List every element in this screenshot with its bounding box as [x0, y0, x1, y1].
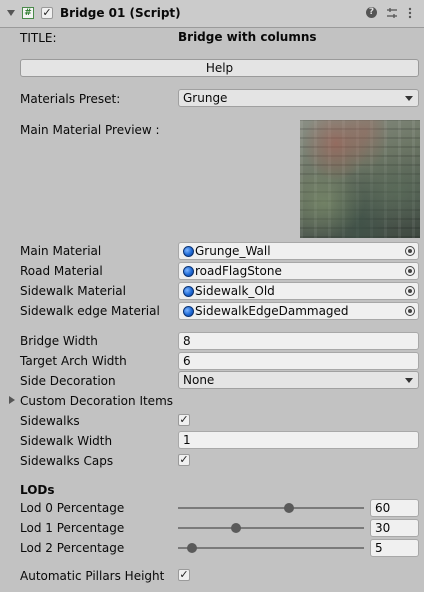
material-icon — [183, 286, 194, 297]
main-material-label: Main Material — [20, 244, 102, 258]
lod2-input[interactable]: 5 — [370, 539, 419, 557]
object-picker-icon[interactable] — [405, 266, 415, 276]
target-arch-width-label: Target Arch Width — [20, 354, 127, 368]
road-material-field[interactable]: roadFlagStone — [178, 262, 419, 280]
sidewalk-width-input[interactable]: 1 — [178, 431, 419, 449]
materials-preset-value: Grunge — [183, 91, 228, 105]
lod1-input[interactable]: 30 — [370, 519, 419, 537]
lod0-slider-thumb[interactable] — [283, 503, 294, 513]
foldout-arrow-icon[interactable] — [7, 10, 15, 16]
lod0-input[interactable]: 60 — [370, 499, 419, 517]
bridge-width-input[interactable]: 8 — [178, 332, 419, 350]
sidewalks-caps-checkbox[interactable]: ✓ — [178, 454, 190, 466]
material-icon — [183, 266, 194, 277]
sidewalks-checkbox[interactable]: ✓ — [178, 414, 190, 426]
auto-pillars-label: Automatic Pillars Height — [20, 569, 165, 583]
preset-icon[interactable] — [386, 7, 398, 19]
help-button[interactable]: Help — [20, 59, 419, 77]
lod1-slider-track[interactable] — [178, 527, 364, 529]
material-preview-image — [300, 120, 420, 238]
sidewalk-material-value: Sidewalk_Old — [195, 284, 275, 298]
sidewalks-label: Sidewalks — [20, 414, 80, 428]
sidewalk-edge-material-label: Sidewalk edge Material — [20, 304, 160, 318]
side-decoration-label: Side Decoration — [20, 374, 116, 388]
lods-heading: LODs — [20, 483, 55, 497]
object-picker-icon[interactable] — [405, 286, 415, 296]
sidewalks-caps-label: Sidewalks Caps — [20, 454, 114, 468]
sidewalk-material-field[interactable]: Sidewalk_Old — [178, 282, 419, 300]
chevron-down-icon — [405, 96, 413, 101]
lod0-slider-track[interactable] — [178, 507, 364, 509]
custom-decoration-foldout[interactable]: Custom Decoration Items — [20, 394, 173, 408]
side-decoration-dropdown[interactable]: None — [178, 371, 419, 389]
main-material-field[interactable]: Grunge_Wall — [178, 242, 419, 260]
side-decoration-value: None — [183, 373, 215, 387]
lod2-slider-track[interactable] — [178, 547, 364, 549]
object-picker-icon[interactable] — [405, 306, 415, 316]
lod2-label: Lod 2 Percentage — [20, 541, 125, 555]
title-value: Bridge with columns — [178, 30, 317, 44]
auto-pillars-checkbox[interactable]: ✓ — [178, 569, 190, 581]
object-picker-icon[interactable] — [405, 246, 415, 256]
main-material-value: Grunge_Wall — [195, 244, 271, 258]
road-material-label: Road Material — [20, 264, 103, 278]
materials-preset-dropdown[interactable]: Grunge — [178, 89, 419, 107]
lod0-label: Lod 0 Percentage — [20, 501, 125, 515]
title-label: TITLE: — [20, 31, 57, 45]
sidewalk-edge-material-field[interactable]: SidewalkEdgeDammaged — [178, 302, 419, 320]
foldout-arrow-icon[interactable] — [9, 396, 15, 404]
target-arch-width-input[interactable]: 6 — [178, 352, 419, 370]
sidewalk-material-label: Sidewalk Material — [20, 284, 126, 298]
component-enabled-checkbox[interactable]: ✓ — [41, 7, 53, 19]
sidewalk-width-label: Sidewalk Width — [20, 434, 113, 448]
bridge-width-label: Bridge Width — [20, 334, 98, 348]
lod1-label: Lod 1 Percentage — [20, 521, 125, 535]
sidewalk-edge-material-value: SidewalkEdgeDammaged — [195, 304, 349, 318]
road-material-value: roadFlagStone — [195, 264, 282, 278]
chevron-down-icon — [405, 378, 413, 383]
lod1-slider-thumb[interactable] — [230, 523, 241, 533]
lod2-slider-thumb[interactable] — [186, 543, 197, 553]
material-icon — [183, 306, 194, 317]
preview-label: Main Material Preview : — [20, 123, 160, 137]
help-icon[interactable]: ? — [366, 7, 377, 18]
context-menu-icon[interactable] — [408, 7, 412, 19]
materials-preset-label: Materials Preset: — [20, 92, 121, 106]
component-title: Bridge 01 (Script) — [60, 6, 181, 20]
material-icon — [183, 246, 194, 257]
script-icon: # — [22, 7, 34, 19]
